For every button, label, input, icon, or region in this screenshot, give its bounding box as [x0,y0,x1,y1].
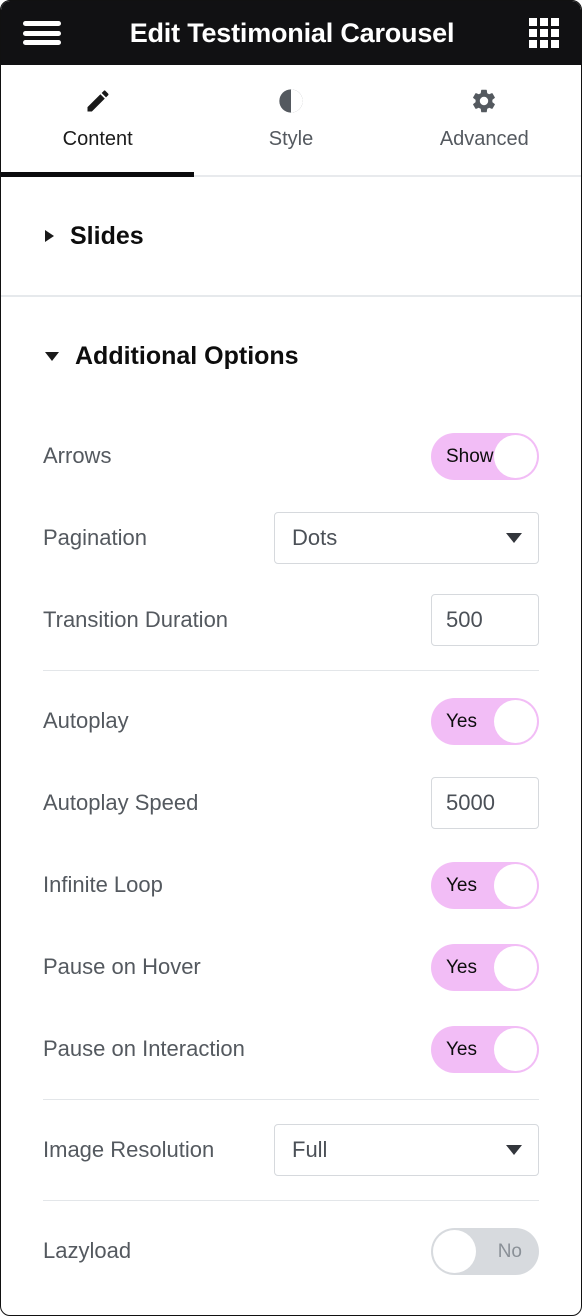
control-row-autoplay: Autoplay Yes [43,680,539,762]
tab-bar: Content Style Advanced [1,65,581,177]
chevron-down-icon [506,1145,522,1155]
chevron-down-icon [506,533,522,543]
chevron-down-icon [45,351,59,361]
grid-dot [551,18,559,26]
section-additional-options[interactable]: Additional Options [1,297,581,415]
infinite-loop-toggle-state: Yes [446,874,477,896]
lazyload-toggle-state: No [497,1240,522,1262]
section-slides-title: Slides [70,221,144,250]
pause-on-hover-toggle-state: Yes [446,956,477,978]
autoplay-toggle[interactable]: Yes [431,697,539,745]
autoplay-speed-label: Autoplay Speed [43,790,199,815]
control-divider [43,670,539,671]
transition-duration-input[interactable]: 500 [431,594,539,646]
widget-settings-panel: Edit Testimonial Carousel Content Style … [0,0,582,1316]
tab-advanced-label: Advanced [439,127,529,150]
hamburger-menu-icon[interactable] [23,18,61,48]
control-divider [43,1099,539,1100]
control-row-lazyload: Lazyload No [43,1210,539,1292]
control-row-transition-duration: Transition Duration 500 [43,579,539,661]
autoplay-speed-input[interactable]: 5000 [431,777,539,829]
tab-advanced[interactable]: Advanced [388,65,581,177]
grid-apps-icon[interactable] [529,18,559,48]
section-slides[interactable]: Slides [1,177,581,295]
tab-content-label: Content [62,127,133,150]
toggle-knob [494,945,537,989]
control-row-pause-on-hover: Pause on Hover Yes [43,926,539,1008]
chevron-right-icon [45,230,54,242]
pause-on-interaction-label: Pause on Interaction [43,1036,245,1061]
control-row-infinite-loop: Infinite Loop Yes [43,844,539,926]
control-row-image-resolution: Image Resolution Full [43,1109,539,1191]
page-title: Edit Testimonial Carousel [129,17,455,48]
infinite-loop-label: Infinite Loop [43,872,163,897]
pause-on-interaction-toggle-state: Yes [446,1038,477,1060]
lazyload-label: Lazyload [43,1238,132,1263]
contrast-icon [277,86,305,116]
arrows-label: Arrows [43,443,112,468]
grid-dot [551,29,559,37]
toggle-knob [494,1027,537,1071]
grid-dot [529,40,537,48]
hamburger-bar [23,21,61,26]
pause-on-interaction-toggle[interactable]: Yes [431,1025,539,1073]
toggle-knob [494,434,537,478]
tab-style-label: Style [268,127,314,150]
toggle-knob [433,1229,476,1273]
grid-dot [529,29,537,37]
panel-header: Edit Testimonial Carousel [1,1,581,65]
image-resolution-selected-value: Full [292,1137,328,1162]
pause-on-hover-toggle[interactable]: Yes [431,943,539,991]
transition-duration-label: Transition Duration [43,607,229,632]
control-row-pagination: Pagination Dots [43,497,539,579]
hamburger-bar [23,30,61,36]
pagination-label: Pagination [43,525,147,550]
grid-dot [540,40,548,48]
autoplay-toggle-state: Yes [446,710,477,732]
toggle-knob [494,699,537,743]
pause-on-hover-label: Pause on Hover [43,954,201,979]
control-row-pause-on-interaction: Pause on Interaction Yes [43,1008,539,1090]
autoplay-speed-value: 5000 [446,790,495,815]
transition-duration-value: 500 [446,607,483,632]
tab-style[interactable]: Style [194,65,387,177]
grid-dot [529,18,537,26]
grid-dot [540,29,548,37]
section-additional-options-title: Additional Options [75,341,299,370]
arrows-toggle-state: Show [446,445,494,467]
grid-dot [540,18,548,26]
pencil-icon [84,86,112,116]
grid-dot [551,40,559,48]
autoplay-label: Autoplay [43,708,129,733]
control-row-autoplay-speed: Autoplay Speed 5000 [43,762,539,844]
controls-list: Arrows Show Pagination Dots Transition D… [1,415,581,1292]
hamburger-bar [23,40,61,45]
gear-icon [470,86,498,116]
toggle-knob [494,863,537,907]
infinite-loop-toggle[interactable]: Yes [431,861,539,909]
image-resolution-select[interactable]: Full [274,1124,539,1176]
pagination-select[interactable]: Dots [274,512,539,564]
lazyload-toggle[interactable]: No [431,1227,539,1275]
control-divider [43,1200,539,1201]
pagination-selected-value: Dots [292,525,338,550]
tab-content[interactable]: Content [1,65,195,177]
image-resolution-label: Image Resolution [43,1137,215,1162]
control-row-arrows: Arrows Show [43,415,539,497]
arrows-toggle[interactable]: Show [431,432,539,480]
